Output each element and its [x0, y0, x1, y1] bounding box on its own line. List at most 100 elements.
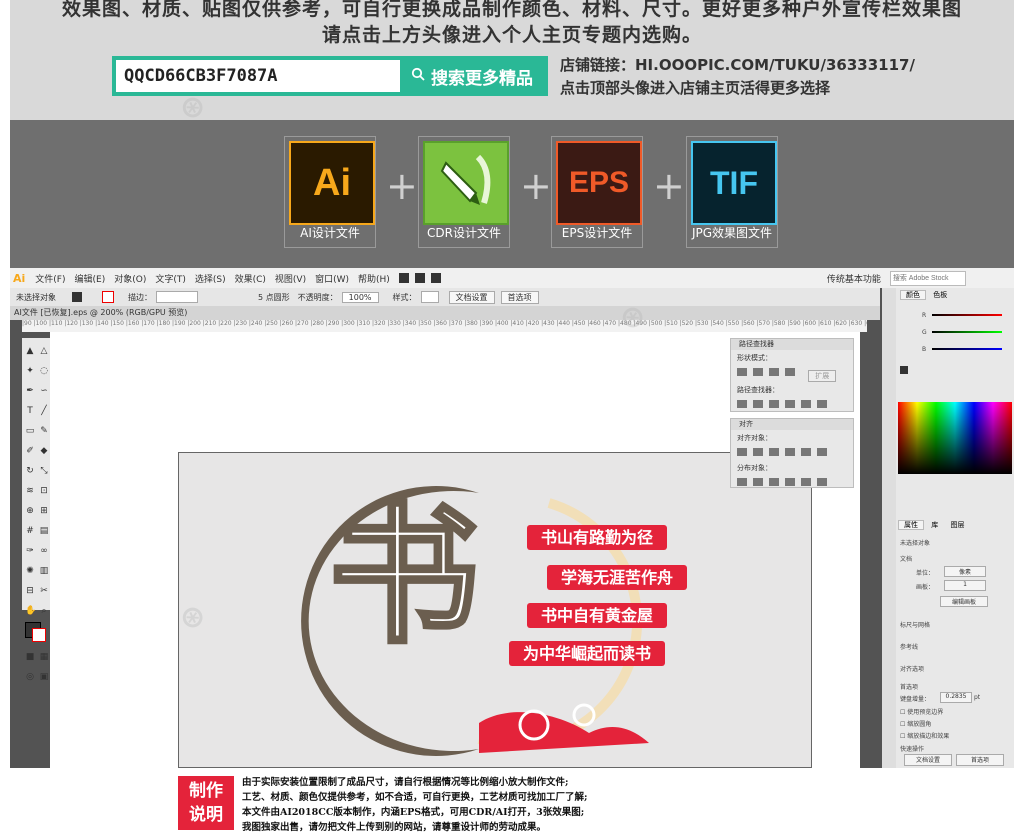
stroke-swatch[interactable] [102, 291, 114, 303]
search-button[interactable]: 搜索更多精品 [400, 60, 544, 92]
screen-mode-icon[interactable]: ▣ [39, 672, 49, 682]
fill-swatch[interactable] [72, 292, 82, 302]
stroke-color-swatch[interactable] [32, 628, 46, 642]
mesh-tool-icon[interactable]: # [25, 526, 35, 536]
keyboard-increment-field[interactable]: 0.2835 [940, 692, 972, 703]
document-setup-quick-button[interactable]: 文档设置 [904, 754, 952, 766]
g-slider[interactable] [932, 331, 1002, 333]
menu-window[interactable]: 窗口(W) [315, 272, 349, 285]
selection-tool-icon[interactable]: ▲ [25, 346, 35, 356]
stock-icon[interactable] [414, 273, 425, 283]
minus-front-icon[interactable] [753, 368, 763, 376]
tab-swatches[interactable]: 色板 [928, 291, 952, 299]
artboard[interactable]: 书 书山有路勤为径 学海无涯苦作舟 书中自有黄金屋 为中华崛起而读书 [178, 452, 812, 768]
checkbox-scale-corners[interactable]: ☐ 缩放圆角 [900, 719, 931, 728]
pen-tool-icon[interactable]: ✒ [25, 386, 35, 396]
artboard-tool-icon[interactable]: ⊟ [25, 586, 35, 596]
menu-select[interactable]: 选择(S) [195, 272, 226, 285]
bridge-icon[interactable] [398, 273, 409, 283]
curvature-tool-icon[interactable]: ∽ [39, 386, 49, 396]
stroke-weight-field[interactable] [156, 291, 198, 303]
graph-tool-icon[interactable]: ▥ [39, 566, 49, 576]
lasso-icon[interactable]: ◌ [39, 366, 49, 376]
merge-icon[interactable] [769, 400, 779, 408]
pathfinder-title[interactable]: 路径查找器 [731, 339, 853, 350]
line-tool-icon[interactable]: ╱ [39, 406, 49, 416]
menu-file[interactable]: 文件(F) [35, 272, 65, 285]
tab-properties[interactable]: 属性 [898, 520, 924, 530]
b-slider[interactable] [932, 348, 1002, 350]
arrange-documents-icon[interactable] [430, 273, 441, 283]
slice-tool-icon[interactable]: ✂ [39, 586, 49, 596]
tab-layers[interactable]: 图层 [945, 521, 969, 529]
search-input[interactable] [116, 60, 400, 92]
distribute-hcenter-icon[interactable] [801, 478, 811, 486]
checkbox-preview-bounds[interactable]: ☐ 使用预览边界 [900, 707, 943, 716]
r-slider[interactable] [932, 314, 1002, 316]
type-tool-icon[interactable]: T [25, 406, 35, 416]
divide-icon[interactable] [737, 400, 747, 408]
blend-tool-icon[interactable]: ∞ [39, 546, 49, 556]
eyedropper-icon[interactable]: ✑ [25, 546, 35, 556]
shop-link[interactable]: 店铺链接：HI.OOOPIC.COM/TUKU/36333117/ 点击顶部头像… [560, 54, 915, 100]
workspace-switcher[interactable]: 传统基本功能 [827, 272, 881, 285]
scale-tool-icon[interactable]: ⤡ [39, 466, 49, 476]
minus-back-icon[interactable] [817, 400, 827, 408]
document-tab[interactable]: AI文件 [已恢复].eps @ 200% (RGB/GPU 预览) [10, 306, 880, 320]
artboard-select[interactable]: 1 [944, 580, 986, 591]
align-vcenter-icon[interactable] [801, 448, 811, 456]
checkbox-scale-strokes[interactable]: ☐ 缩放描边和效果 [900, 731, 949, 740]
perspective-grid-icon[interactable]: ⊞ [39, 506, 49, 516]
distribute-vcenter-icon[interactable] [753, 478, 763, 486]
distribute-right-icon[interactable] [817, 478, 827, 486]
menu-object[interactable]: 对象(O) [114, 272, 146, 285]
units-select[interactable]: 像素 [944, 566, 986, 577]
menu-effect[interactable]: 效果(C) [235, 272, 266, 285]
opacity-field[interactable]: 100% [341, 291, 379, 303]
color-spectrum[interactable] [898, 402, 1012, 474]
align-left-icon[interactable] [737, 448, 747, 456]
canvas[interactable]: 书 书山有路勤为径 学海无涯苦作舟 书中自有黄金屋 为中华崛起而读书 制作 说明… [50, 332, 860, 833]
brush-definition[interactable]: 5 点圆形 [258, 292, 290, 303]
paintbrush-icon[interactable]: ✎ [39, 426, 49, 436]
exclude-icon[interactable] [785, 368, 795, 376]
menu-edit[interactable]: 编辑(E) [75, 272, 106, 285]
menu-help[interactable]: 帮助(H) [358, 272, 390, 285]
align-title[interactable]: 对齐 [731, 419, 853, 430]
free-transform-icon[interactable]: ⊡ [39, 486, 49, 496]
document-setup-button[interactable]: 文档设置 [448, 290, 495, 304]
fill-stroke-widget[interactable] [22, 618, 50, 644]
gradient-mode-icon[interactable]: ▦ [39, 652, 49, 662]
edit-artboards-button[interactable]: 编辑画板 [940, 596, 988, 607]
crop-icon[interactable] [785, 400, 795, 408]
align-bottom-icon[interactable] [817, 448, 827, 456]
preferences-quick-button[interactable]: 首选项 [956, 754, 1004, 766]
hand-tool-icon[interactable]: ✋ [25, 606, 36, 616]
stock-search-input[interactable] [889, 270, 966, 286]
outline-icon[interactable] [801, 400, 811, 408]
magic-wand-icon[interactable]: ✦ [25, 366, 35, 376]
draw-mode-icon[interactable]: ◎ [25, 672, 35, 682]
distribute-left-icon[interactable] [785, 478, 795, 486]
align-top-icon[interactable] [785, 448, 795, 456]
graphic-style-picker[interactable] [420, 291, 439, 303]
align-hcenter-icon[interactable] [753, 448, 763, 456]
eraser-icon[interactable]: ◆ [39, 446, 49, 456]
trim-icon[interactable] [753, 400, 763, 408]
unite-icon[interactable] [737, 368, 747, 376]
width-tool-icon[interactable]: ≋ [25, 486, 35, 496]
direct-selection-tool-icon[interactable]: △ [39, 346, 49, 356]
menu-view[interactable]: 视图(V) [275, 272, 306, 285]
tab-color[interactable]: 颜色 [900, 290, 926, 300]
expand-button[interactable]: 扩展 [808, 370, 837, 382]
intersect-icon[interactable] [769, 368, 779, 376]
gradient-tool-icon[interactable]: ▤ [39, 526, 49, 536]
distribute-bottom-icon[interactable] [769, 478, 779, 486]
zoom-tool-icon[interactable]: ⌕ [39, 606, 49, 616]
color-mode-icon[interactable]: ■ [25, 652, 35, 662]
align-right-icon[interactable] [769, 448, 779, 456]
rotate-tool-icon[interactable]: ↻ [25, 466, 35, 476]
tab-libraries[interactable]: 库 [926, 521, 943, 529]
distribute-top-icon[interactable] [737, 478, 747, 486]
rectangle-tool-icon[interactable]: ▭ [25, 426, 35, 436]
